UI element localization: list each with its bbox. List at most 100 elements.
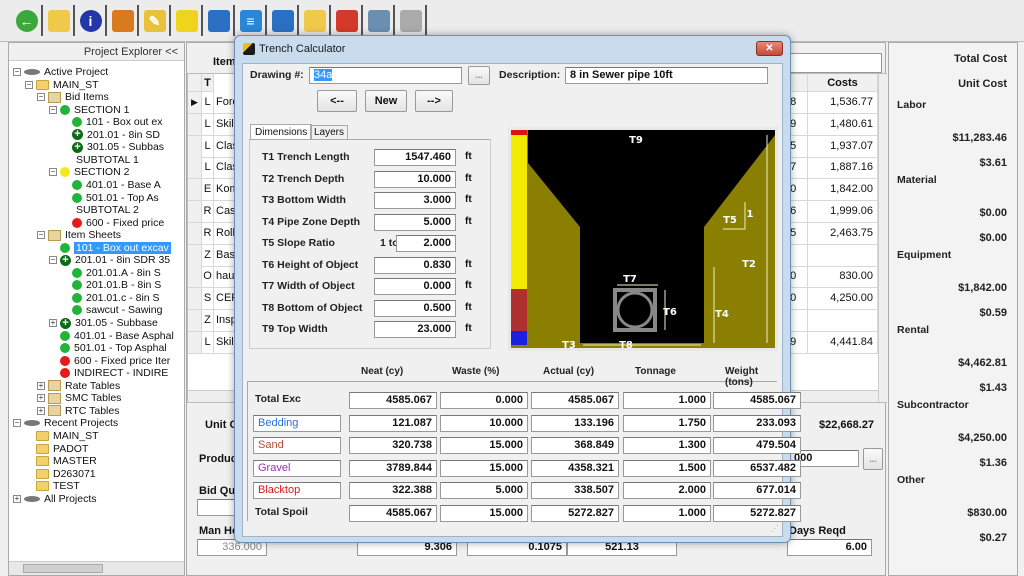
collapse-icon[interactable]: −: [49, 105, 57, 114]
toolbar-button-copy[interactable]: [268, 5, 299, 36]
tree-item[interactable]: +301.05 - Subbas: [61, 141, 164, 153]
dimension-input[interactable]: 1547.460: [374, 149, 456, 166]
tree-item[interactable]: TEST: [25, 480, 80, 492]
collapse-icon[interactable]: −: [49, 256, 57, 265]
results-value-field[interactable]: 4585.067: [531, 392, 619, 409]
results-value-field[interactable]: 3789.844: [349, 459, 437, 477]
results-value-field[interactable]: 479.504: [713, 437, 801, 454]
tree-item[interactable]: 201.01.A - 8in S: [61, 267, 161, 279]
row-selector[interactable]: [188, 244, 202, 267]
results-value-field[interactable]: 15.000: [440, 504, 528, 522]
results-value-field[interactable]: 5.000: [440, 482, 528, 499]
row-cost[interactable]: [808, 310, 878, 332]
tree-item[interactable]: +201.01 - 8in SD: [61, 129, 160, 141]
layer-name-field[interactable]: Sand: [253, 437, 341, 454]
collapse-icon[interactable]: −: [25, 80, 33, 89]
collapse-icon[interactable]: −: [37, 93, 45, 102]
toolbar-button-edit[interactable]: ✎: [140, 5, 171, 36]
expand-icon[interactable]: +: [37, 394, 45, 403]
tree-item[interactable]: − SECTION 1: [49, 104, 129, 116]
tree-item[interactable]: 201.01.c - 8in S: [61, 292, 160, 304]
row-selector[interactable]: [188, 310, 202, 332]
dimension-input[interactable]: 3.000: [374, 192, 456, 209]
row-type[interactable]: L: [202, 92, 214, 114]
collapse-icon[interactable]: −: [13, 68, 21, 76]
scrollbar-thumb[interactable]: [23, 564, 103, 573]
results-value-field[interactable]: 677.014: [713, 482, 801, 499]
results-value-field[interactable]: 10.000: [440, 414, 528, 432]
drawing-number-input[interactable]: 34a: [309, 67, 462, 84]
results-value-field[interactable]: 0.000: [440, 392, 528, 409]
expand-icon[interactable]: +: [13, 494, 21, 503]
current-row-indicator-icon[interactable]: ▶: [188, 92, 202, 114]
row-selector[interactable]: [188, 331, 202, 354]
grid-vertical-scrollbar[interactable]: [878, 74, 887, 402]
toolbar-button-printer[interactable]: [396, 5, 427, 36]
results-value-field[interactable]: 1.500: [623, 459, 711, 477]
row-type[interactable]: O: [202, 266, 214, 289]
results-value-field[interactable]: 15.000: [440, 437, 528, 454]
close-button[interactable]: ✕: [756, 41, 783, 56]
results-value-field[interactable]: 1.000: [623, 392, 711, 409]
row-selector[interactable]: [188, 222, 202, 245]
results-value-field[interactable]: 121.087: [349, 414, 437, 432]
row-type[interactable]: L: [202, 157, 214, 180]
expand-icon[interactable]: +: [37, 406, 45, 415]
layer-name-field[interactable]: Blacktop: [253, 482, 341, 499]
tree-item[interactable]: − Active Project: [13, 66, 108, 78]
dimension-input[interactable]: 23.000: [374, 321, 456, 338]
results-value-field[interactable]: 5272.827: [531, 504, 619, 522]
row-type[interactable]: L: [202, 135, 214, 158]
results-value-field[interactable]: 322.388: [349, 482, 437, 499]
results-value-field[interactable]: 2.000: [623, 482, 711, 499]
tree-item[interactable]: + SMC Tables: [37, 392, 121, 404]
tab-layers[interactable]: Layers: [310, 125, 349, 139]
tree-item[interactable]: 101 - Box out excav: [49, 241, 171, 254]
tree-item[interactable]: MASTER: [25, 455, 97, 467]
results-value-field[interactable]: 5272.827: [713, 504, 801, 522]
row-cost[interactable]: 1,480.61: [808, 113, 878, 136]
row-type[interactable]: S: [202, 288, 214, 311]
row-cost[interactable]: 4,441.84: [808, 331, 878, 354]
row-type[interactable]: L: [202, 331, 214, 354]
resize-grip[interactable]: ⋰: [771, 524, 781, 534]
tree-item[interactable]: 600 - Fixed price: [61, 217, 164, 229]
bottom-value-field[interactable]: 6.00: [787, 539, 872, 556]
toolbar-button-book[interactable]: [108, 5, 139, 36]
results-value-field[interactable]: 1.000: [623, 504, 711, 522]
dimension-input[interactable]: 2.000: [396, 235, 456, 252]
row-cost[interactable]: 1,887.16: [808, 157, 878, 180]
row-type[interactable]: R: [202, 201, 214, 223]
costs-column-header[interactable]: Costs: [808, 74, 878, 92]
results-value-field[interactable]: 15.000: [440, 459, 528, 477]
results-value-field[interactable]: 1.300: [623, 437, 711, 454]
production-browse-button[interactable]: ...: [863, 448, 883, 470]
toolbar-button-books[interactable]: [332, 5, 363, 36]
results-value-field[interactable]: 233.093: [713, 414, 801, 432]
collapse-icon[interactable]: −: [13, 419, 21, 428]
row-cost[interactable]: 1,842.00: [808, 179, 878, 202]
toolbar-button-window[interactable]: [204, 5, 235, 36]
results-value-field[interactable]: 338.507: [531, 482, 619, 499]
results-value-field[interactable]: 4585.067: [349, 392, 437, 409]
tree-item[interactable]: + +301.05 - Subbase: [49, 317, 158, 329]
tree-item[interactable]: SUBTOTAL 2: [61, 204, 139, 216]
tree-item[interactable]: − Recent Projects: [13, 417, 118, 429]
tree-item[interactable]: MAIN_ST: [25, 430, 99, 442]
row-cost[interactable]: 1,536.77: [808, 92, 878, 114]
dimension-input[interactable]: 10.000: [374, 170, 456, 188]
results-value-field[interactable]: 1.750: [623, 414, 711, 432]
toolbar-button-folder[interactable]: [300, 5, 331, 36]
dimension-input[interactable]: 5.000: [374, 213, 456, 231]
tree-item[interactable]: 501.01 - Top Asphal: [49, 342, 167, 354]
tree-item[interactable]: − MAIN_ST: [25, 79, 99, 91]
tree-item[interactable]: 501.01 - Top As: [61, 192, 159, 204]
row-type[interactable]: L: [202, 113, 214, 136]
results-value-field[interactable]: 368.849: [531, 437, 619, 454]
tree-item[interactable]: − Bid Items: [37, 91, 109, 103]
row-cost[interactable]: 1,999.06: [808, 201, 878, 223]
toolbar-button-comment[interactable]: [172, 5, 203, 36]
collapse-icon[interactable]: −: [49, 168, 57, 177]
row-type[interactable]: Z: [202, 244, 214, 267]
previous-button[interactable]: <--: [317, 90, 357, 112]
